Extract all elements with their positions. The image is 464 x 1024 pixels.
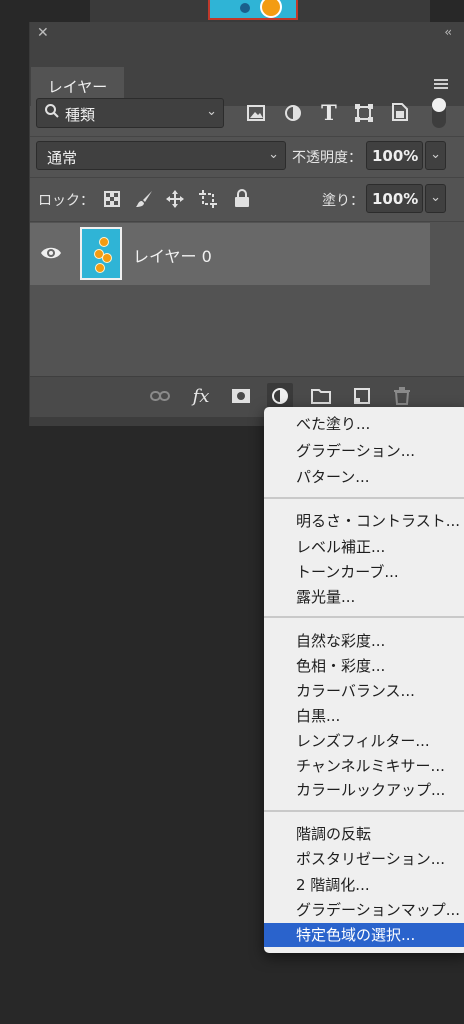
eye-icon[interactable] (40, 244, 62, 262)
panel-titlebar: ✕ ‹‹ (30, 22, 464, 44)
menu-item-photo-filter[interactable]: レンズフィルター... (264, 729, 464, 753)
fill-dropdown[interactable]: ⌄ (425, 184, 446, 213)
fill-label: 塗り： (322, 193, 364, 209)
search-icon (44, 103, 60, 123)
chevron-down-icon: ⌄ (268, 147, 279, 162)
collapse-icon[interactable]: ‹‹ (444, 25, 451, 39)
menu-item-posterize[interactable]: ポスタリゼーション... (264, 847, 464, 871)
blend-mode-value: 通常 (47, 149, 78, 167)
layer-row[interactable]: レイヤー 0 (30, 223, 430, 285)
adjustment-layer-icon[interactable] (267, 383, 293, 409)
menu-item-brightness-contrast[interactable]: 明るさ・コントラスト... (264, 509, 464, 533)
menu-item-color-lookup[interactable]: カラールックアップ... (264, 778, 464, 802)
type-filter-icon[interactable]: T (318, 100, 340, 125)
smart-object-filter-icon[interactable] (389, 101, 411, 123)
menu-item-levels[interactable]: レベル補正... (264, 535, 464, 559)
menu-item-invert[interactable]: 階調の反転 (264, 822, 464, 846)
lock-transparency-icon[interactable] (102, 189, 122, 209)
layers-panel: ✕ ‹‹ レイヤー 種類 ⌄ T 通常 ⌄ 不透明度： 100% ⌄ ロック： … (29, 22, 464, 426)
blend-mode-select[interactable]: 通常 ⌄ (36, 141, 286, 170)
canvas-image (208, 0, 298, 20)
opacity-dropdown[interactable]: ⌄ (425, 141, 446, 170)
menu-item-solid-color[interactable]: べた塗り... (264, 412, 464, 436)
mask-icon[interactable] (228, 383, 254, 409)
chevron-down-icon: ⌄ (430, 190, 441, 205)
menu-separator (264, 497, 464, 499)
new-layer-icon[interactable] (349, 383, 375, 409)
adjustment-filter-icon[interactable] (282, 102, 304, 124)
folder-icon[interactable] (308, 383, 334, 409)
lock-all-icon[interactable] (232, 188, 252, 208)
layer-thumbnail (80, 227, 122, 280)
panel-menu-icon[interactable] (434, 79, 448, 91)
fill-value: 100% (372, 190, 419, 208)
opacity-value: 100% (372, 147, 419, 165)
filter-label: 種類 (65, 106, 96, 124)
shape-filter-icon[interactable] (353, 102, 375, 124)
opacity-label: 不透明度： (292, 150, 362, 166)
close-icon[interactable]: ✕ (37, 25, 49, 41)
menu-item-vibrance[interactable]: 自然な彩度... (264, 629, 464, 653)
move-icon[interactable] (165, 189, 185, 209)
menu-item-hue-saturation[interactable]: 色相・彩度... (264, 654, 464, 678)
menu-item-gradient-map[interactable]: グラデーションマップ... (264, 898, 464, 922)
menu-separator (264, 810, 464, 812)
chevron-down-icon: ⌄ (430, 147, 441, 162)
filter-toggle[interactable] (432, 98, 446, 128)
brush-icon[interactable] (134, 189, 154, 209)
menu-item-selective-color[interactable]: 特定色域の選択... (264, 923, 464, 947)
trash-icon[interactable] (389, 383, 415, 409)
menu-item-color-balance[interactable]: カラーバランス... (264, 679, 464, 703)
menu-item-black-white[interactable]: 白黒... (264, 704, 464, 728)
menu-item-gradient[interactable]: グラデーション... (264, 439, 464, 463)
adjustment-menu: べた塗り... グラデーション... パターン... 明るさ・コントラスト...… (264, 407, 464, 953)
layer-name[interactable]: レイヤー 0 (133, 243, 212, 267)
link-icon[interactable] (147, 383, 173, 409)
opacity-field[interactable]: 100% (366, 141, 423, 170)
chevron-down-icon: ⌄ (206, 104, 217, 119)
lock-label: ロック： (38, 193, 94, 209)
menu-item-channel-mixer[interactable]: チャンネルミキサー... (264, 754, 464, 778)
artboard-lock-icon[interactable] (198, 189, 218, 209)
menu-item-pattern[interactable]: パターン... (264, 465, 464, 489)
menu-item-exposure[interactable]: 露光量... (264, 585, 464, 609)
layer-filter-select[interactable]: 種類 ⌄ (36, 98, 224, 128)
image-filter-icon[interactable] (245, 102, 267, 124)
fx-icon[interactable]: fx (188, 383, 214, 409)
menu-item-curves[interactable]: トーンカーブ... (264, 560, 464, 584)
fill-field[interactable]: 100% (366, 184, 423, 213)
menu-item-threshold[interactable]: 2 階調化... (264, 873, 464, 897)
menu-separator (264, 616, 464, 618)
panel-tabbar: レイヤー (30, 44, 464, 106)
